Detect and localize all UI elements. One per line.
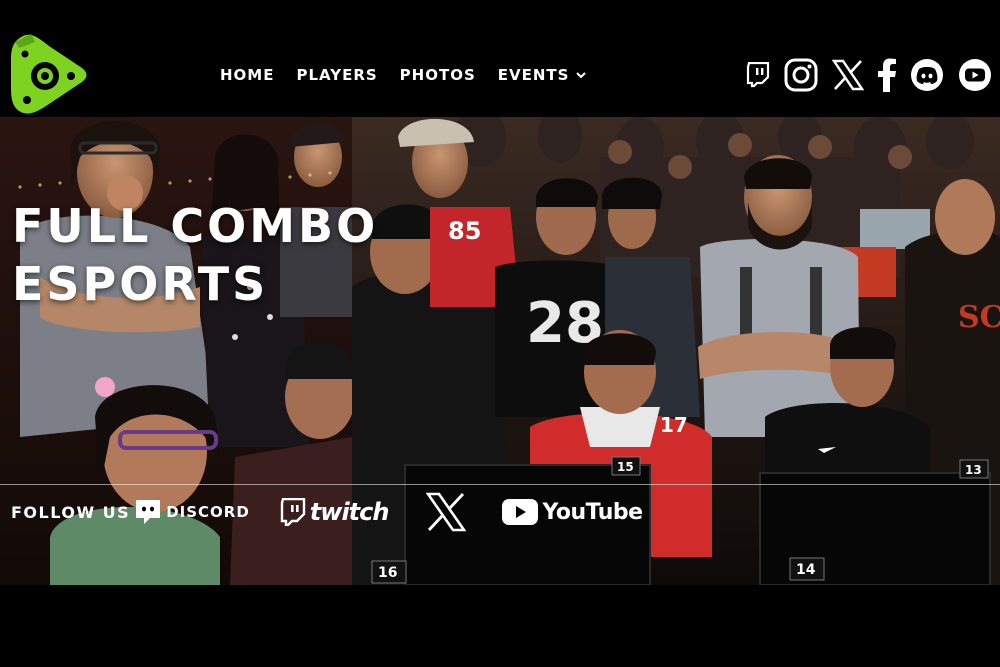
youtube-icon bbox=[502, 499, 539, 525]
svg-text:15: 15 bbox=[617, 460, 634, 474]
follow-youtube-link[interactable]: YouTube bbox=[502, 499, 643, 525]
jersey-number-85: 85 bbox=[448, 217, 481, 245]
site-header: HOME PLAYERS PHOTOS EVENTS bbox=[0, 0, 1000, 117]
follow-discord-link[interactable]: DISCORD bbox=[134, 498, 250, 526]
main-nav: HOME PLAYERS PHOTOS EVENTS bbox=[220, 64, 609, 86]
station-tag-13: 13 bbox=[959, 459, 989, 479]
youtube-icon[interactable] bbox=[958, 58, 992, 92]
facebook-icon[interactable] bbox=[878, 58, 896, 92]
x-icon[interactable] bbox=[832, 59, 864, 91]
nav-players-label: PLAYERS bbox=[296, 66, 378, 84]
twitch-icon[interactable] bbox=[746, 62, 770, 88]
hero-title: FULL COMBO ESPORTS bbox=[12, 197, 378, 313]
x-icon bbox=[426, 492, 467, 532]
station-tag-16: 16 bbox=[371, 560, 407, 584]
hero-title-line1: FULL COMBO bbox=[12, 199, 379, 253]
hero-section: 85 28 SC 17 15 16 13 14 FULL COMBO ESPOR… bbox=[0, 117, 1000, 585]
play-gamepad-logo-icon[interactable] bbox=[9, 32, 89, 116]
header-social-links bbox=[732, 58, 992, 92]
nav-events-label: EVENTS bbox=[497, 66, 570, 84]
nav-players[interactable]: PLAYERS bbox=[296, 64, 377, 86]
svg-text:14: 14 bbox=[796, 562, 816, 578]
discord-wordmark: DISCORD bbox=[166, 503, 250, 521]
follow-x-link[interactable] bbox=[426, 492, 467, 532]
nav-photos-label: PHOTOS bbox=[399, 66, 476, 84]
chevron-down-icon bbox=[576, 72, 587, 79]
follow-us-label: FOLLOW US bbox=[11, 502, 131, 522]
twitch-wordmark: twitch bbox=[309, 498, 390, 526]
page-bottom-black-area bbox=[0, 585, 1000, 667]
station-tag-15: 15 bbox=[611, 456, 641, 476]
station-tag-14: 14 bbox=[789, 557, 825, 581]
follow-twitch-link[interactable]: twitch bbox=[280, 498, 389, 526]
nav-home-label: HOME bbox=[220, 66, 275, 84]
instagram-icon[interactable] bbox=[784, 58, 818, 92]
nav-photos[interactable]: PHOTOS bbox=[400, 64, 476, 86]
nav-events[interactable]: EVENTS bbox=[498, 64, 588, 86]
svg-text:16: 16 bbox=[378, 565, 397, 581]
jersey-number-17: 17 bbox=[660, 413, 688, 437]
discord-icon[interactable] bbox=[910, 58, 944, 92]
hero-title-line2: ESPORTS bbox=[12, 257, 269, 311]
follow-us-bar: FOLLOW US DISCORD twitch YouTube bbox=[0, 484, 1000, 539]
nav-home[interactable]: HOME bbox=[220, 64, 274, 86]
twitch-icon bbox=[280, 498, 305, 526]
usc-logo: SC bbox=[958, 300, 1000, 335]
discord-icon bbox=[136, 500, 161, 524]
svg-text:13: 13 bbox=[965, 463, 982, 477]
youtube-wordmark: YouTube bbox=[542, 499, 643, 525]
